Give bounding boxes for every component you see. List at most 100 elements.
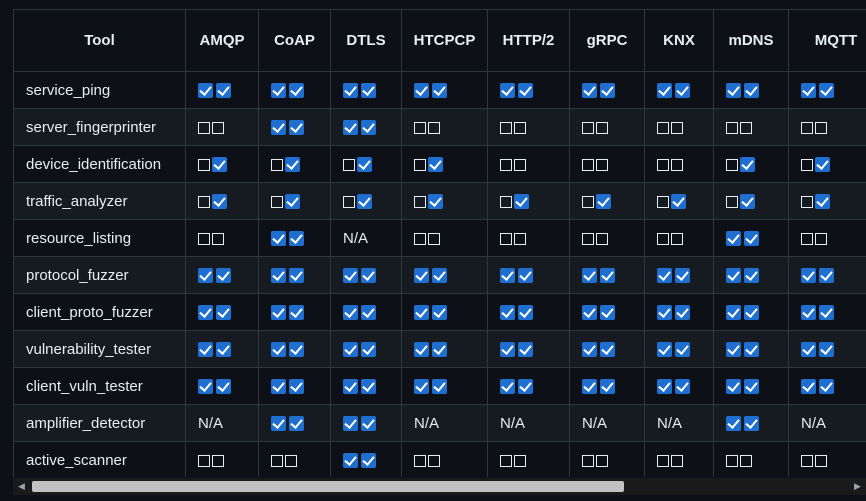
checked-checkbox-icon[interactable] — [414, 342, 429, 358]
unchecked-checkbox-icon[interactable] — [582, 195, 594, 208]
checked-checkbox-icon[interactable] — [432, 83, 447, 99]
column-header-protocol[interactable]: KNX — [644, 9, 714, 72]
unchecked-checkbox-icon[interactable] — [343, 195, 355, 208]
unchecked-checkbox-icon[interactable] — [271, 158, 283, 171]
unchecked-checkbox-icon[interactable] — [198, 158, 210, 171]
unchecked-checkbox-icon[interactable] — [414, 232, 426, 245]
checked-checkbox-icon[interactable] — [343, 416, 358, 432]
checked-checkbox-icon[interactable] — [500, 305, 515, 321]
checked-checkbox-icon[interactable] — [285, 194, 300, 210]
unchecked-checkbox-icon[interactable] — [514, 121, 526, 134]
checked-checkbox-icon[interactable] — [343, 453, 358, 469]
checked-checkbox-icon[interactable] — [726, 342, 741, 358]
unchecked-checkbox-icon[interactable] — [596, 232, 608, 245]
checked-checkbox-icon[interactable] — [289, 231, 304, 247]
checked-checkbox-icon[interactable] — [671, 194, 686, 210]
checked-checkbox-icon[interactable] — [500, 342, 515, 358]
checked-checkbox-icon[interactable] — [744, 231, 759, 247]
checked-checkbox-icon[interactable] — [744, 416, 759, 432]
checked-checkbox-icon[interactable] — [271, 83, 286, 99]
unchecked-checkbox-icon[interactable] — [740, 121, 752, 134]
checked-checkbox-icon[interactable] — [289, 342, 304, 358]
checked-checkbox-icon[interactable] — [361, 453, 376, 469]
unchecked-checkbox-icon[interactable] — [801, 195, 813, 208]
checked-checkbox-icon[interactable] — [819, 305, 834, 321]
checked-checkbox-icon[interactable] — [726, 268, 741, 284]
table-viewport[interactable]: Tool AMQP CoAP DTLS HTCPCP HTTP/2 gRPC KNX mDNS… — [13, 9, 866, 477]
checked-checkbox-icon[interactable] — [740, 194, 755, 210]
checked-checkbox-icon[interactable] — [212, 194, 227, 210]
checked-checkbox-icon[interactable] — [216, 379, 231, 395]
checked-checkbox-icon[interactable] — [600, 268, 615, 284]
checked-checkbox-icon[interactable] — [271, 379, 286, 395]
unchecked-checkbox-icon[interactable] — [500, 158, 512, 171]
unchecked-checkbox-icon[interactable] — [500, 121, 512, 134]
checked-checkbox-icon[interactable] — [744, 342, 759, 358]
checked-checkbox-icon[interactable] — [675, 83, 690, 99]
unchecked-checkbox-icon[interactable] — [582, 121, 594, 134]
checked-checkbox-icon[interactable] — [285, 157, 300, 173]
checked-checkbox-icon[interactable] — [819, 379, 834, 395]
checked-checkbox-icon[interactable] — [216, 83, 231, 99]
arrow-left-icon[interactable]: ◀ — [13, 478, 30, 495]
checked-checkbox-icon[interactable] — [216, 342, 231, 358]
unchecked-checkbox-icon[interactable] — [343, 158, 355, 171]
checked-checkbox-icon[interactable] — [343, 83, 358, 99]
checked-checkbox-icon[interactable] — [518, 342, 533, 358]
unchecked-checkbox-icon[interactable] — [198, 232, 210, 245]
checked-checkbox-icon[interactable] — [198, 379, 213, 395]
checked-checkbox-icon[interactable] — [657, 379, 672, 395]
checked-checkbox-icon[interactable] — [289, 120, 304, 136]
checked-checkbox-icon[interactable] — [675, 305, 690, 321]
checked-checkbox-icon[interactable] — [198, 268, 213, 284]
column-header-protocol[interactable]: HTTP/2 — [487, 9, 570, 72]
unchecked-checkbox-icon[interactable] — [801, 232, 813, 245]
checked-checkbox-icon[interactable] — [289, 83, 304, 99]
unchecked-checkbox-icon[interactable] — [582, 158, 594, 171]
checked-checkbox-icon[interactable] — [357, 157, 372, 173]
checked-checkbox-icon[interactable] — [289, 268, 304, 284]
unchecked-checkbox-icon[interactable] — [500, 232, 512, 245]
unchecked-checkbox-icon[interactable] — [801, 121, 813, 134]
checked-checkbox-icon[interactable] — [657, 83, 672, 99]
unchecked-checkbox-icon[interactable] — [212, 454, 224, 467]
unchecked-checkbox-icon[interactable] — [428, 121, 440, 134]
checked-checkbox-icon[interactable] — [271, 342, 286, 358]
checked-checkbox-icon[interactable] — [744, 379, 759, 395]
column-header-protocol[interactable]: mDNS — [713, 9, 789, 72]
checked-checkbox-icon[interactable] — [740, 157, 755, 173]
unchecked-checkbox-icon[interactable] — [500, 454, 512, 467]
checked-checkbox-icon[interactable] — [271, 416, 286, 432]
unchecked-checkbox-icon[interactable] — [414, 158, 426, 171]
checked-checkbox-icon[interactable] — [600, 379, 615, 395]
unchecked-checkbox-icon[interactable] — [596, 454, 608, 467]
unchecked-checkbox-icon[interactable] — [815, 121, 827, 134]
checked-checkbox-icon[interactable] — [357, 194, 372, 210]
horizontal-scrollbar[interactable]: ◀ ▶ — [13, 478, 866, 495]
checked-checkbox-icon[interactable] — [414, 83, 429, 99]
checked-checkbox-icon[interactable] — [582, 342, 597, 358]
unchecked-checkbox-icon[interactable] — [582, 232, 594, 245]
unchecked-checkbox-icon[interactable] — [212, 121, 224, 134]
checked-checkbox-icon[interactable] — [726, 379, 741, 395]
unchecked-checkbox-icon[interactable] — [657, 232, 669, 245]
unchecked-checkbox-icon[interactable] — [671, 158, 683, 171]
checked-checkbox-icon[interactable] — [361, 120, 376, 136]
checked-checkbox-icon[interactable] — [428, 194, 443, 210]
checked-checkbox-icon[interactable] — [514, 194, 529, 210]
checked-checkbox-icon[interactable] — [726, 83, 741, 99]
checked-checkbox-icon[interactable] — [582, 379, 597, 395]
unchecked-checkbox-icon[interactable] — [582, 454, 594, 467]
unchecked-checkbox-icon[interactable] — [657, 121, 669, 134]
checked-checkbox-icon[interactable] — [801, 268, 816, 284]
checked-checkbox-icon[interactable] — [801, 83, 816, 99]
checked-checkbox-icon[interactable] — [198, 83, 213, 99]
checked-checkbox-icon[interactable] — [343, 268, 358, 284]
checked-checkbox-icon[interactable] — [361, 379, 376, 395]
unchecked-checkbox-icon[interactable] — [596, 158, 608, 171]
checked-checkbox-icon[interactable] — [675, 268, 690, 284]
unchecked-checkbox-icon[interactable] — [198, 195, 210, 208]
unchecked-checkbox-icon[interactable] — [198, 121, 210, 134]
checked-checkbox-icon[interactable] — [500, 83, 515, 99]
unchecked-checkbox-icon[interactable] — [414, 454, 426, 467]
